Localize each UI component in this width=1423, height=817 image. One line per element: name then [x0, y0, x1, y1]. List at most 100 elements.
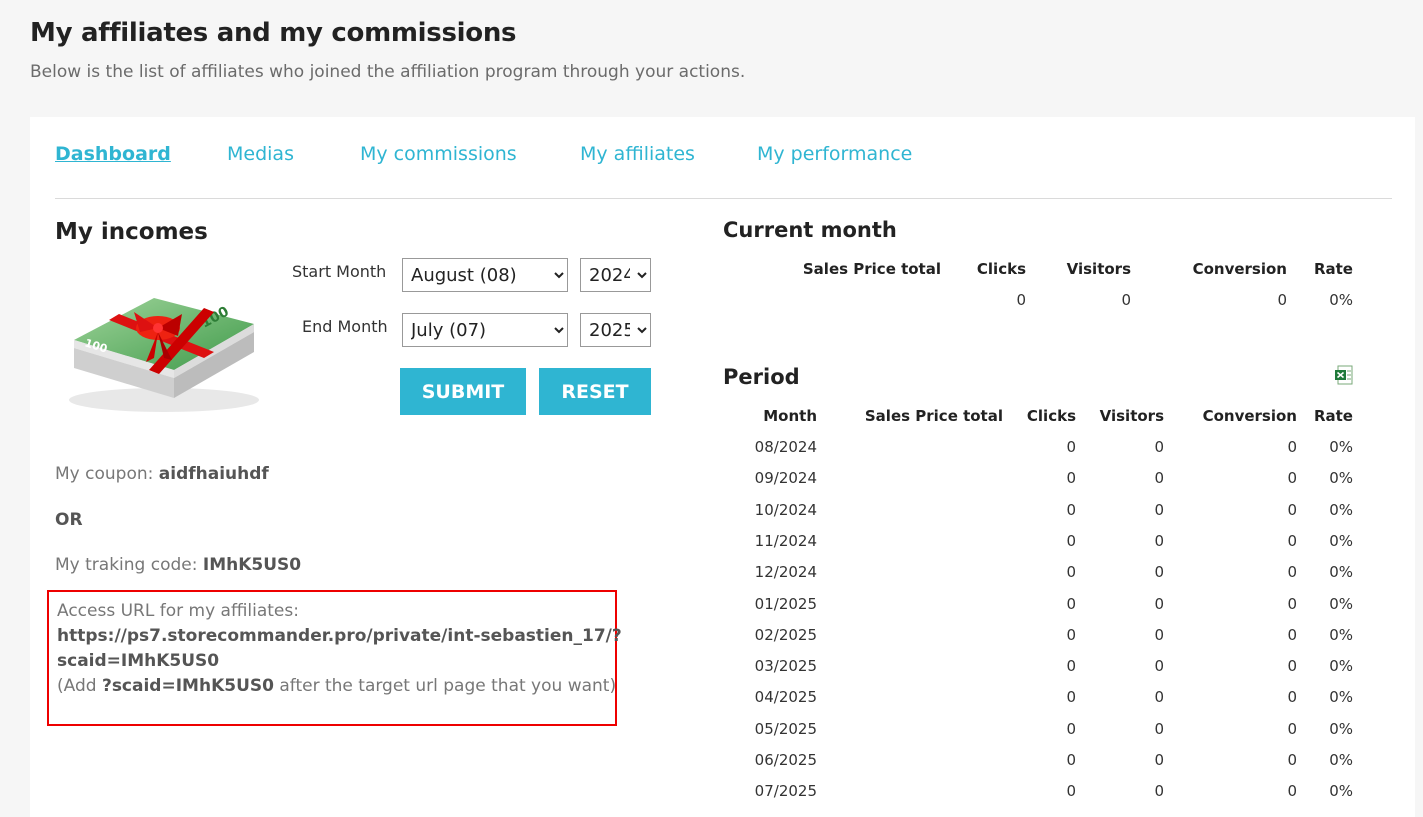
- period-row-cell: 0%: [1329, 563, 1353, 582]
- money-stack-gift-icon: 100 100: [69, 298, 259, 412]
- coupon-code: aidfhaiuhdf: [158, 464, 269, 484]
- end-month-select[interactable]: July (07): [402, 313, 568, 347]
- access-url-label: Access URL for my affiliates:: [57, 601, 299, 621]
- current-month-value: 0: [1016, 291, 1026, 309]
- period-row-cell: 0%: [1329, 500, 1353, 519]
- period-row-cell: 09/2024: [754, 469, 817, 488]
- period-row-cell: 0: [1066, 782, 1076, 801]
- period-row-cell: 0: [1154, 688, 1164, 707]
- excel-export-icon[interactable]: [1334, 365, 1354, 385]
- period-row-cell: 12/2024: [754, 563, 817, 582]
- period-row-cell: 0: [1287, 563, 1297, 582]
- period-row-cell: 0: [1287, 625, 1297, 644]
- period-row-cell: 0%: [1329, 469, 1353, 488]
- period-row-cell: 0: [1154, 594, 1164, 613]
- period-row-cell: 0: [1066, 751, 1076, 769]
- current-month-value: 0: [1277, 291, 1287, 309]
- tab-medias[interactable]: Medias: [227, 143, 294, 165]
- current-month-header: Rate: [1313, 260, 1353, 278]
- period-row-cell: 0: [1287, 782, 1297, 801]
- period-row-cell: 0%: [1329, 688, 1353, 707]
- end-year-select[interactable]: 2025: [580, 313, 651, 347]
- period-row-cell: 0: [1066, 563, 1076, 582]
- period-row-cell: 0: [1154, 438, 1164, 456]
- period-row-cell: 0: [1066, 500, 1076, 519]
- current-month-header: Clicks: [976, 260, 1026, 278]
- period-row-cell: 0%: [1329, 657, 1353, 676]
- period-row-cell: 0%: [1329, 531, 1353, 550]
- period-row-cell: 0: [1154, 782, 1164, 801]
- period-row-cell: 0: [1066, 688, 1076, 707]
- period-row-cell: 0: [1287, 500, 1297, 519]
- period-row-cell: 0: [1066, 469, 1076, 488]
- access-url-line1: https://ps7.storecommander.pro/private/i…: [57, 626, 622, 646]
- page-title: My affiliates and my commissions: [30, 18, 517, 48]
- reset-button[interactable]: RESET: [539, 368, 651, 415]
- incomes-title: My incomes: [55, 219, 208, 245]
- period-row-cell: 0%: [1329, 594, 1353, 613]
- period-row-cell: 0: [1287, 594, 1297, 613]
- tab-dashboard[interactable]: Dashboard: [55, 143, 171, 165]
- period-row-cell: 0: [1154, 531, 1164, 550]
- period-row-cell: 02/2025: [754, 625, 817, 644]
- tab-my-performance[interactable]: My performance: [757, 143, 912, 165]
- period-row-cell: 0: [1066, 594, 1076, 613]
- period-row-cell: 0: [1154, 751, 1164, 769]
- period-header: Conversion: [1202, 407, 1297, 425]
- period-row-cell: 05/2025: [754, 719, 817, 738]
- tab-bar: Dashboard Medias My commissions My affil…: [55, 143, 1392, 199]
- period-row-cell: 0: [1066, 625, 1076, 644]
- period-row-cell: 0: [1066, 719, 1076, 738]
- access-url-hint-code: ?scaid=IMhK5US0: [101, 676, 274, 696]
- period-row-cell: 0: [1287, 531, 1297, 550]
- period-row-cell: 0: [1287, 751, 1297, 769]
- access-url-line2: scaid=IMhK5US0: [57, 651, 220, 671]
- period-row-cell: 0: [1154, 469, 1164, 488]
- tracking-line: My traking code: IMhK5US0: [55, 555, 301, 575]
- dashboard-card: Dashboard Medias My commissions My affil…: [30, 117, 1415, 817]
- period-row-cell: 0%: [1329, 751, 1353, 769]
- coupon-line: My coupon: aidfhaiuhdf: [55, 464, 269, 484]
- period-header: Rate: [1313, 407, 1353, 425]
- period-row-cell: 0: [1287, 469, 1297, 488]
- period-row-cell: 0: [1287, 719, 1297, 738]
- period-row-cell: 0%: [1329, 719, 1353, 738]
- period-row-cell: 08/2024: [754, 438, 817, 456]
- access-url-box: Access URL for my affiliates: https://ps…: [47, 590, 622, 726]
- period-row-cell: 10/2024: [754, 500, 817, 519]
- period-row-cell: 0: [1154, 500, 1164, 519]
- period-row-cell: 0: [1154, 719, 1164, 738]
- current-month-value: 0: [1121, 291, 1131, 309]
- period-row-cell: 0: [1066, 657, 1076, 676]
- access-url-hint: (Add ?scaid=IMhK5US0 after the target ur…: [57, 676, 617, 696]
- period-title: Period: [723, 365, 800, 389]
- current-month-header: Visitors: [1066, 260, 1131, 278]
- period-header: Month: [763, 407, 817, 425]
- period-row-cell: 01/2025: [754, 594, 817, 613]
- submit-button[interactable]: SUBMIT: [400, 368, 526, 415]
- period-row-cell: 0: [1154, 563, 1164, 582]
- period-row-cell: 0: [1066, 531, 1076, 550]
- or-separator: OR: [55, 510, 83, 530]
- period-row-cell: 0: [1154, 625, 1164, 644]
- period-row-cell: 0: [1287, 438, 1297, 456]
- period-row-cell: 07/2025: [754, 782, 817, 801]
- end-month-label: End Month: [302, 317, 388, 336]
- page-subtitle: Below is the list of affiliates who join…: [30, 62, 746, 82]
- period-row-cell: 11/2024: [754, 531, 817, 550]
- start-month-select[interactable]: August (08): [402, 258, 568, 292]
- period-row-cell: 06/2025: [754, 751, 817, 769]
- period-row-cell: 03/2025: [754, 657, 817, 676]
- tab-my-commissions[interactable]: My commissions: [360, 143, 517, 165]
- current-month-header: Sales Price total: [802, 260, 941, 278]
- start-month-label: Start Month: [292, 262, 387, 281]
- coupon-label: My coupon:: [55, 464, 159, 484]
- period-header: Sales Price total: [864, 407, 1003, 425]
- period-row-cell: 0: [1287, 657, 1297, 676]
- period-header: Clicks: [1026, 407, 1076, 425]
- start-year-select[interactable]: 2024: [580, 258, 651, 292]
- period-row-cell: 0: [1066, 438, 1076, 456]
- tracking-code: IMhK5US0: [202, 555, 302, 575]
- tab-my-affiliates[interactable]: My affiliates: [580, 143, 695, 165]
- period-row-cell: 0%: [1329, 625, 1353, 644]
